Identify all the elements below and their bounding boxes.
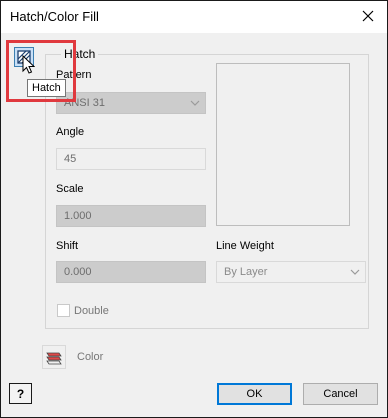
shift-label: Shift [56,240,79,252]
double-option[interactable]: Double [57,304,109,317]
mouse-cursor-icon [22,55,35,74]
angle-label: Angle [56,126,85,138]
double-checkbox[interactable] [57,304,70,317]
hatch-color-fill-dialog: Hatch/Color Fill Hatch Pattern ANSI 31 A… [0,0,388,418]
close-button[interactable] [353,3,383,29]
title-bar: Hatch/Color Fill [1,1,387,33]
ok-button[interactable]: OK [217,383,292,405]
hatch-preview [216,63,350,226]
shift-value: 0.000 [64,266,92,278]
shift-input[interactable]: 0.000 [56,261,206,283]
color-label: Color [77,351,104,363]
line-weight-label: Line Weight [216,240,274,252]
chevron-down-icon [190,100,200,106]
scale-value: 1.000 [64,210,92,222]
chevron-down-icon [350,269,360,275]
line-weight-value: By Layer [224,266,268,278]
line-weight-dropdown[interactable]: By Layer [216,261,366,283]
angle-input[interactable]: 45 [56,148,206,170]
double-label: Double [74,304,109,317]
hatch-tooltip: Hatch [27,79,66,97]
angle-value: 45 [64,153,77,165]
cancel-button[interactable]: Cancel [303,383,378,405]
help-icon: ? [16,386,25,401]
ok-label: OK [246,388,263,400]
pattern-dropdown[interactable]: ANSI 31 [56,92,206,114]
scale-label: Scale [56,183,84,195]
close-icon [362,10,374,22]
hatch-swatch-icon [46,352,62,365]
help-button[interactable]: ? [9,383,32,404]
dialog-title: Hatch/Color Fill [10,9,99,24]
scale-input[interactable]: 1.000 [56,205,206,227]
cancel-label: Cancel [323,388,358,400]
color-button[interactable] [42,345,66,369]
